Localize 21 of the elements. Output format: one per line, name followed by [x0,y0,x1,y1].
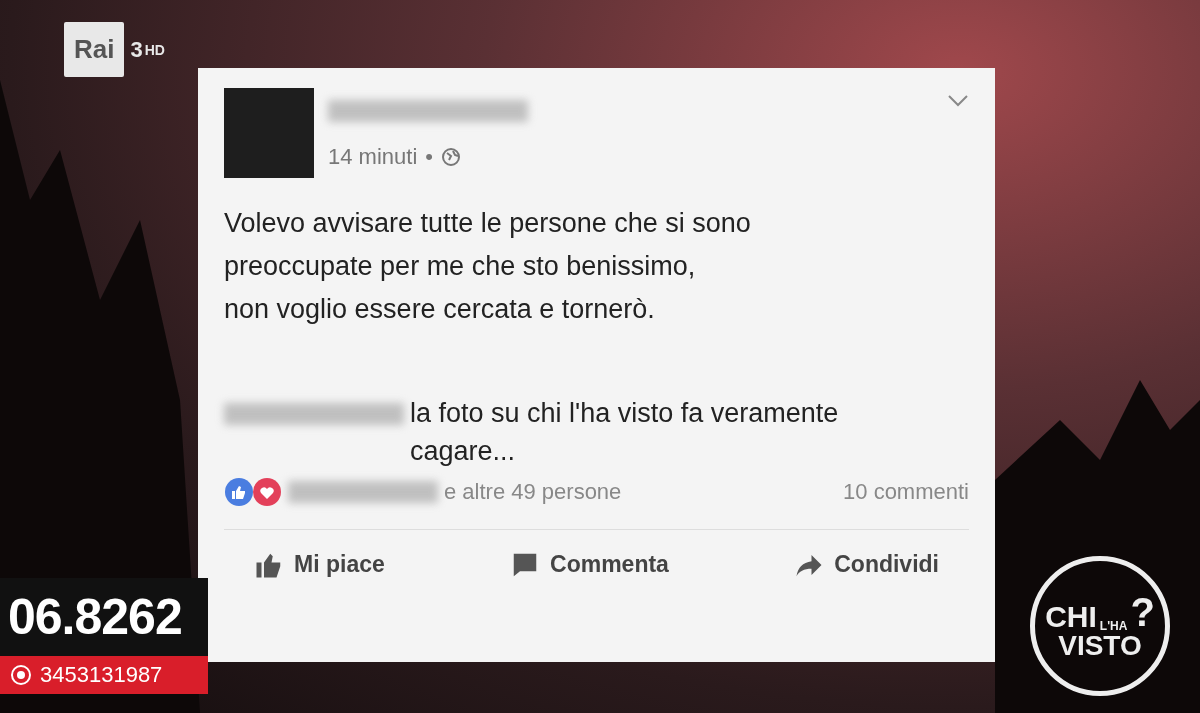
chevron-down-icon[interactable] [947,94,969,108]
post-time: 14 minuti [328,144,418,170]
post-text-line: preoccupate per me che sto benissimo, [224,251,697,282]
comment-text: la foto su chi l'ha visto fa veramente cagare... [410,397,840,468]
logo-word: VISTO [1058,632,1142,660]
logo-mark: ? [1130,592,1155,632]
phone-number: 06.8262 [0,578,208,656]
like-button[interactable]: Mi piace [254,549,385,580]
logo-word: CHI [1045,602,1097,632]
like-reaction-icon [224,476,254,507]
post-text-line: Volevo avvisare tutte le persone che si sono [224,208,752,239]
channel-number: 3 [130,36,143,63]
share-button[interactable]: Condividi [794,549,939,580]
separator-dot: • [425,144,433,170]
logo-word: L'HA [1099,620,1128,632]
whatsapp-number: 3453131987 [40,662,163,688]
channel-logo: Rai [64,22,125,77]
heart-reaction-icon [252,476,282,507]
comment-button[interactable]: Commenta [510,549,669,580]
post-text-line: non voglio essere cercata e tornerò. [224,294,656,325]
hd-label: HD [144,41,165,58]
